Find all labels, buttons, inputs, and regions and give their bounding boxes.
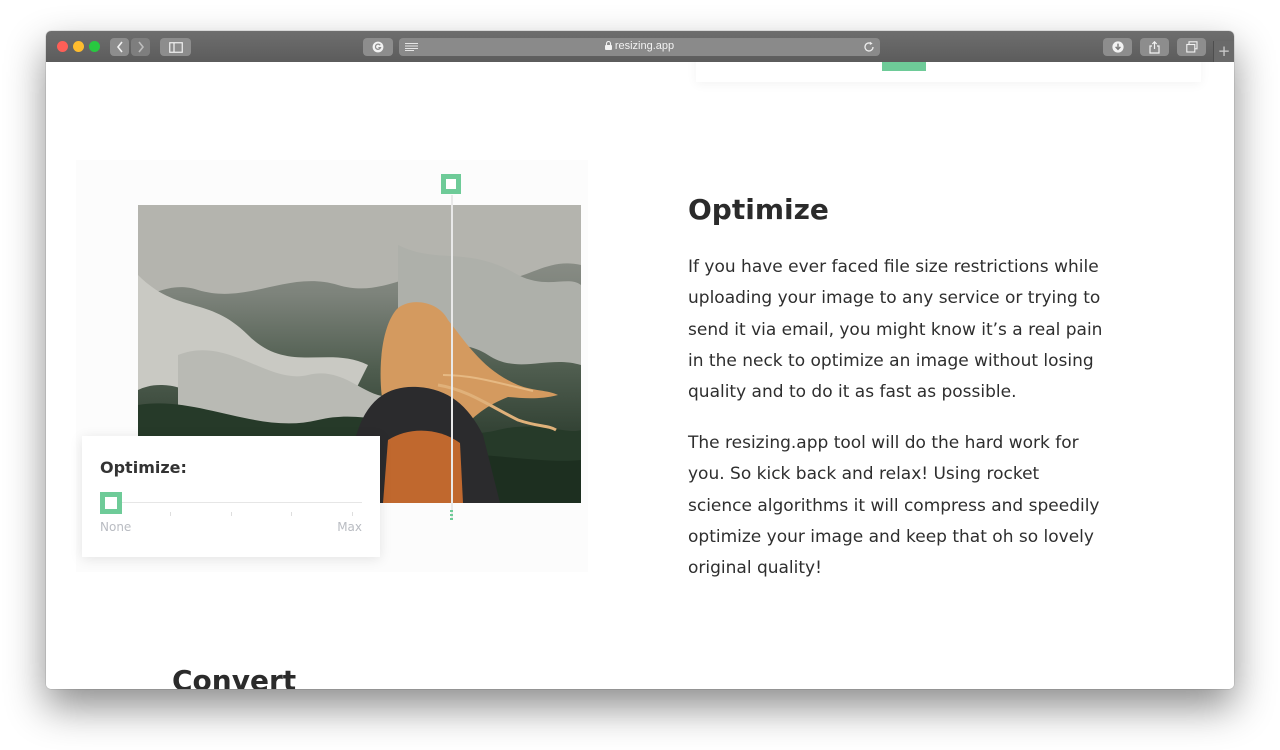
downloads-button[interactable] [1103,38,1132,56]
lock-icon [604,41,612,50]
next-section-title: Convert [172,664,297,689]
tab-overview-button[interactable] [1177,38,1206,56]
back-button[interactable] [110,38,129,56]
split-handle[interactable] [441,174,461,194]
section-title: Optimize [688,193,829,226]
grammar-extension-icon [372,41,384,53]
chevron-left-icon [116,41,123,53]
minimize-window-button[interactable] [73,41,84,52]
tabs-icon [1185,41,1198,53]
page-content: Optimize: None Max Optimize If you have … [46,62,1234,689]
share-button[interactable] [1140,38,1169,56]
optimize-label: Optimize: [100,458,187,477]
sidebar-button[interactable] [160,38,191,56]
new-tab-button[interactable]: + [1213,41,1234,62]
slider-tick [231,512,232,516]
slider-max-label: Max [337,520,362,534]
chevron-right-icon [137,41,144,53]
split-divider[interactable] [451,195,453,518]
reload-icon[interactable] [863,41,875,53]
sidebar-icon [168,41,183,53]
url-text: resizing.app [614,40,675,52]
optimize-slider-knob[interactable] [100,492,122,514]
zoom-window-button[interactable] [89,41,100,52]
slider-tick [352,512,353,516]
browser-toolbar: resizing.app + [46,31,1234,63]
share-icon [1149,40,1160,54]
previous-section-card [696,62,1201,82]
forward-button[interactable] [131,38,150,56]
extension-button[interactable] [363,38,393,56]
close-window-button[interactable] [57,41,68,52]
slider-tick [291,512,292,516]
optimize-panel: Optimize: None Max [82,436,380,557]
section-paragraph: The resizing.app tool will do the hard w… [688,433,1100,579]
download-icon [1111,41,1124,53]
address-bar[interactable]: resizing.app [399,38,880,56]
previous-section-accent [882,62,926,71]
browser-window: resizing.app + Optimize: None Max Optimi… [46,31,1234,689]
slider-min-label: None [100,520,132,534]
slider-tick [170,512,171,516]
split-divider-dots [450,510,453,520]
optimize-slider-track[interactable] [100,502,362,503]
address-text: resizing.app [399,40,880,52]
section-paragraph: If you have ever faced file size restric… [688,257,1103,403]
